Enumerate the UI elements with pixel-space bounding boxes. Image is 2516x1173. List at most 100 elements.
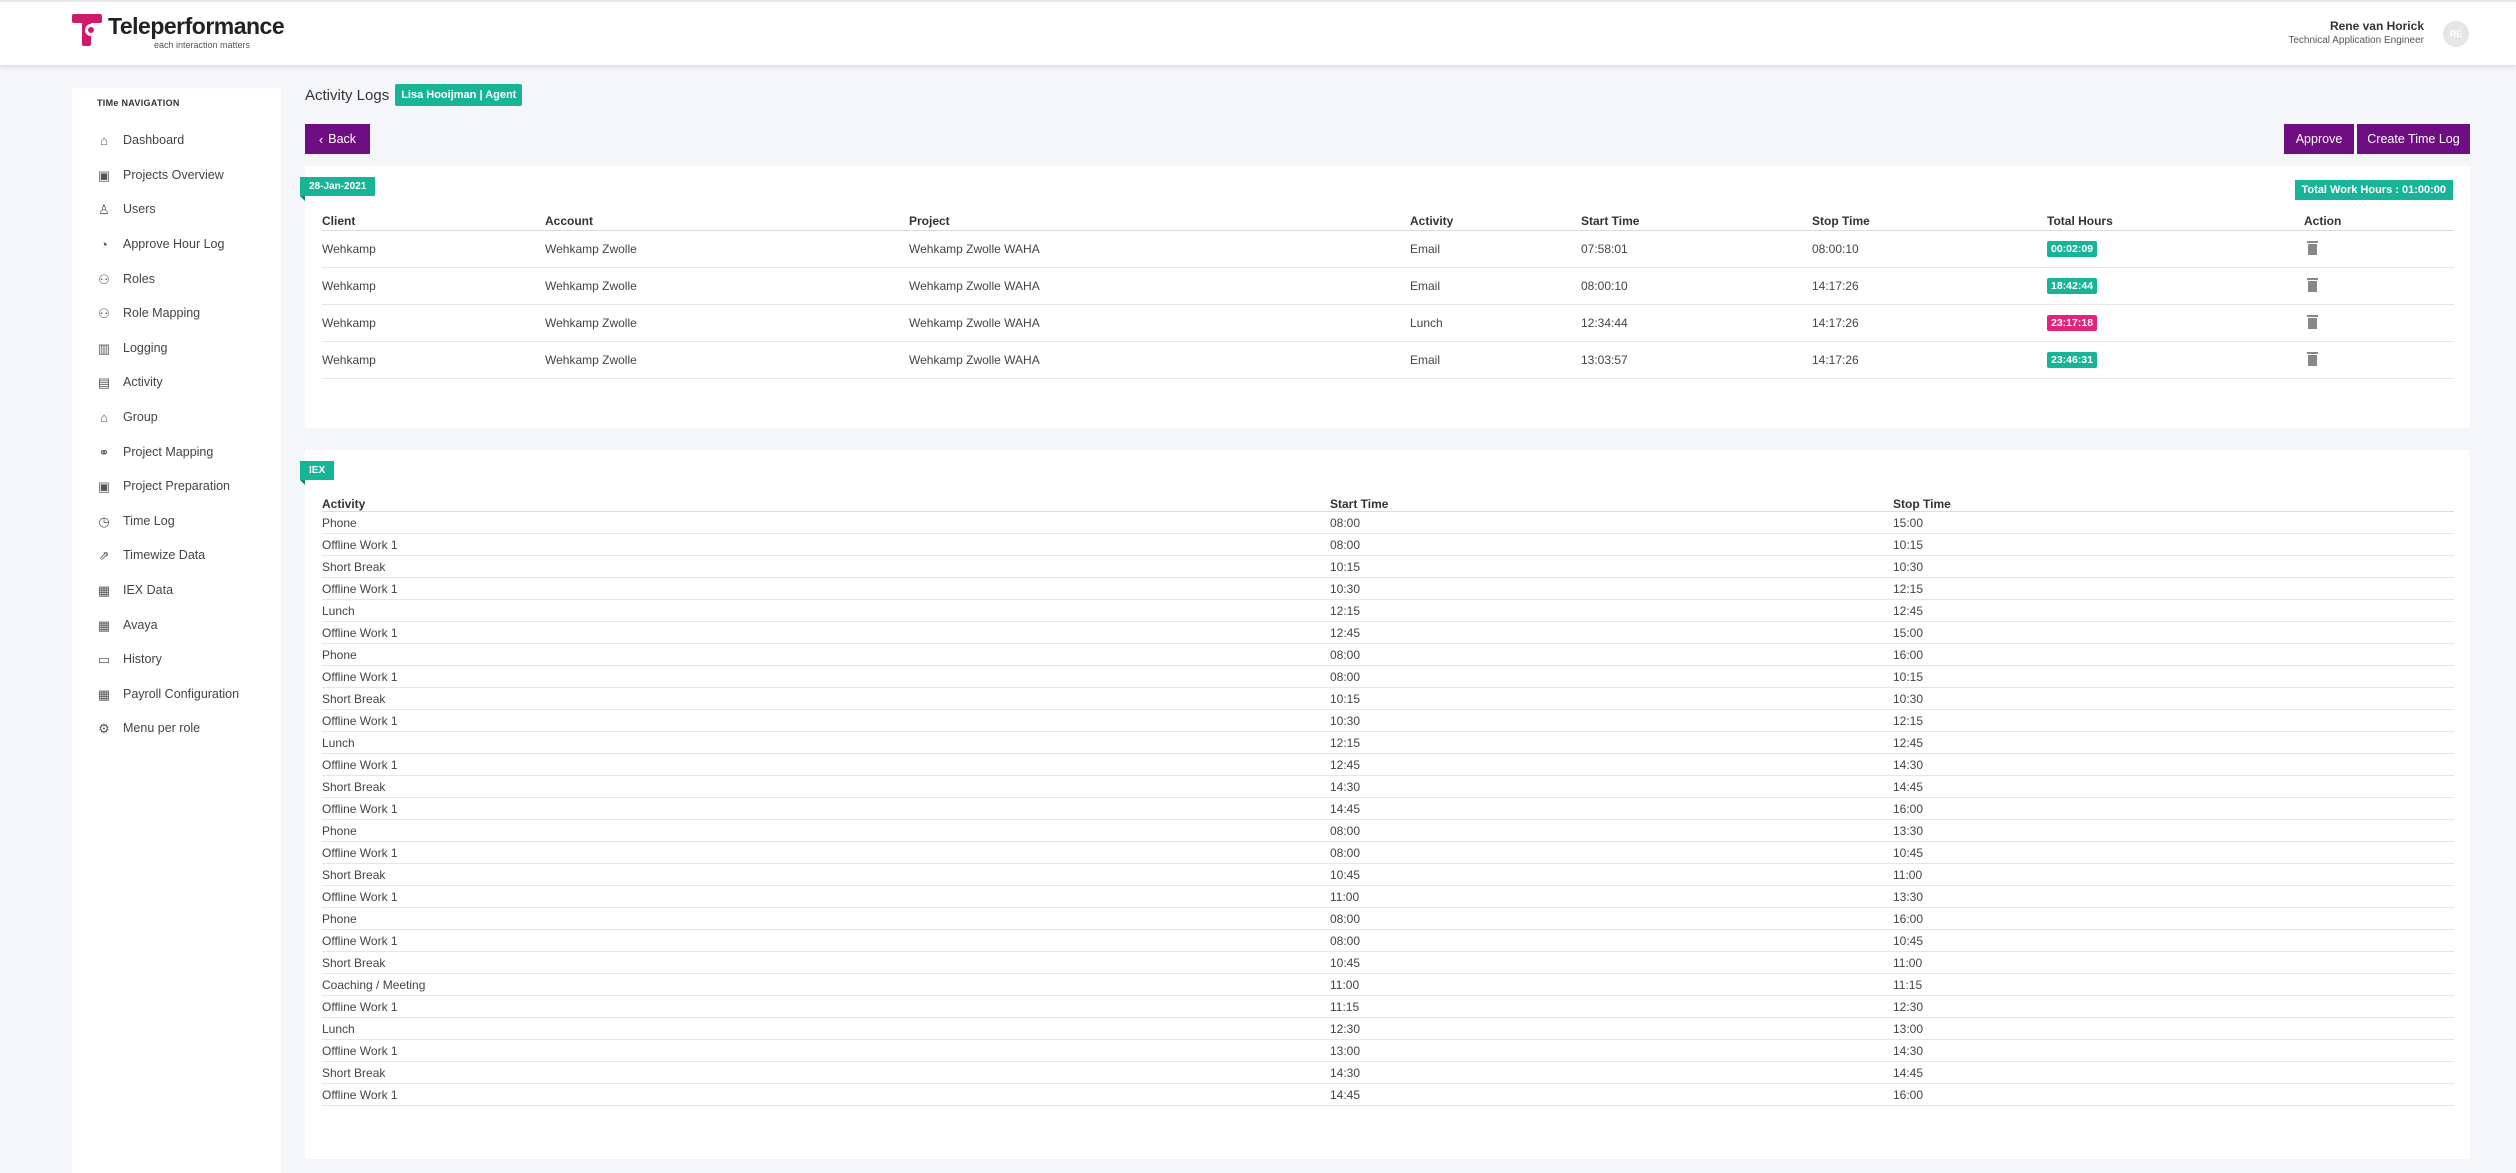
sidebar-item-iex-data[interactable]: ▦ IEX Data — [96, 579, 173, 601]
sidebar-item-label: Approve Hour Log — [123, 237, 225, 251]
column-header[interactable]: Activity — [322, 496, 365, 511]
cell-stop-time: 10:30 — [1893, 559, 1924, 574]
trash-icon[interactable] — [2307, 314, 2318, 329]
cell-activity: Offline Work 1 — [322, 801, 398, 816]
column-header[interactable]: Stop Time — [1812, 211, 1870, 230]
trash-icon[interactable] — [2307, 240, 2318, 255]
back-button[interactable]: ‹ Back — [305, 124, 370, 154]
table-row: Short Break 14:30 14:45 — [322, 776, 2454, 798]
sidebar-item-payroll-configuration[interactable]: ▦ Payroll Configuration — [96, 683, 239, 705]
cell-activity: Offline Work 1 — [322, 713, 398, 728]
sidebar-item-dashboard[interactable]: ⌂ Dashboard — [96, 129, 184, 151]
sidebar-item-activity[interactable]: ▤ Activity — [96, 371, 163, 393]
gear-icon: ⚙ — [98, 720, 110, 736]
table-row: Lunch 12:15 12:45 — [322, 600, 2454, 622]
approve-button[interactable]: Approve — [2284, 124, 2354, 154]
column-header[interactable]: Start Time — [1581, 211, 1639, 230]
sidebar-item-users[interactable]: ♙ Users — [96, 198, 155, 220]
sidebar-item-project-preparation[interactable]: ▣ Project Preparation — [96, 475, 230, 497]
sidebar-item-projects-overview[interactable]: ▣ Projects Overview — [96, 164, 224, 186]
sidebar-item-roles[interactable]: ⚇ Roles — [96, 268, 155, 290]
column-header[interactable]: Account — [545, 211, 593, 230]
column-header[interactable]: Project — [909, 211, 950, 230]
cell-start-time: 08:00 — [1330, 911, 1361, 926]
table-row: Phone 08:00 13:30 — [322, 820, 2454, 842]
trash-icon[interactable] — [2307, 351, 2318, 366]
iex-table: Activity Start Time Stop Time Phone 08:00 15:… — [322, 496, 2454, 1106]
agent-badge: Lisa Hooijman | Agent — [395, 84, 523, 106]
archive-icon: ▦ — [97, 686, 111, 702]
cell-start-time: 11:00 — [1330, 977, 1360, 992]
cell-stop-time: 14:30 — [1893, 757, 1924, 772]
sidebar-item-label: Projects Overview — [123, 168, 224, 182]
column-header[interactable]: Action — [2304, 211, 2341, 230]
cell-activity: Short Break — [322, 955, 386, 970]
sidebar-item-project-mapping[interactable]: ⚭ Project Mapping — [96, 441, 214, 463]
cell-activity: Offline Work 1 — [322, 845, 398, 860]
table-row: Offline Work 1 13:00 14:30 — [322, 1040, 2454, 1062]
column-header[interactable]: Stop Time — [1893, 496, 1951, 511]
sidebar-item-history[interactable]: ▭ History — [96, 648, 162, 670]
activity-log-card: 28-Jan-2021 Total Work Hours : 01:00:00 … — [300, 166, 2470, 428]
sidebar-item-logging[interactable]: ▥ Logging — [96, 337, 168, 359]
users-icon: ⚇ — [98, 271, 110, 287]
iex-header-row: Activity Start Time Stop Time — [322, 496, 2454, 512]
iex-card: IEX Activity Start Time Stop Time Phone 08:0… — [300, 450, 2470, 1159]
cell-start-time: 10:45 — [1330, 867, 1361, 882]
teleperformance-logo[interactable]: Teleperformance each interaction matters — [70, 12, 285, 56]
sidebar-item-time-log[interactable]: ◷ Time Log — [96, 510, 174, 532]
trash-icon[interactable] — [2307, 277, 2318, 292]
sidebar-item-approve-hour-log[interactable]: ◔ Approve Hour Log — [96, 233, 224, 255]
cell-start-time: 08:00 — [1330, 515, 1361, 530]
table-row: Wehkamp Wehkamp Zwolle Wehkamp Zwolle WAHA… — [322, 268, 2454, 305]
cell-stop-time: 10:15 — [1893, 669, 1924, 684]
sidebar-item-label: Timewize Data — [123, 548, 206, 562]
cell-activity: Lunch — [322, 735, 355, 750]
sidebar-item-timewize-data[interactable]: ⇗ Timewize Data — [96, 544, 206, 566]
sidebar-item-avaya[interactable]: ▦ Avaya — [96, 614, 158, 636]
sidebar-item-label: Menu per role — [123, 721, 201, 735]
cell-stop: 08:00:10 — [1812, 242, 1859, 256]
sidebar-item-label: Payroll Configuration — [123, 687, 240, 701]
sidebar-item-label: IEX Data — [123, 583, 174, 597]
top-bar: Teleperformance each interaction matters… — [0, 0, 2516, 65]
table-row: Lunch 12:15 12:45 — [322, 732, 2454, 754]
column-header[interactable]: Start Time — [1330, 496, 1388, 511]
sidebar-item-group[interactable]: ⌂ Group — [96, 406, 158, 428]
cell-start-time: 12:45 — [1330, 757, 1361, 772]
table-row: Offline Work 1 11:00 13:30 — [322, 886, 2454, 908]
cell-project: Wehkamp Zwolle WAHA — [909, 353, 1040, 367]
cell-client: Wehkamp — [322, 242, 376, 256]
cell-start-time: 12:15 — [1330, 735, 1361, 750]
archive-icon: ▦ — [97, 617, 111, 633]
sidebar-item-label: Roles — [123, 272, 155, 286]
sidebar-item-role-mapping[interactable]: ⚇ Role Mapping — [96, 302, 200, 324]
cell-activity: Offline Work 1 — [322, 537, 398, 552]
cell-start-time: 14:30 — [1330, 1065, 1361, 1080]
iex-tag: IEX — [300, 461, 335, 485]
table-row: Offline Work 1 12:45 14:30 — [322, 754, 2454, 776]
cell-start: 07:58:01 — [1581, 242, 1628, 256]
column-header[interactable]: Total Hours — [2047, 211, 2113, 230]
table-row: Short Break 14:30 14:45 — [322, 1062, 2454, 1084]
cell-start-time: 12:30 — [1330, 1021, 1361, 1036]
user-info: Rene van Horick Technical Application En… — [2288, 19, 2424, 47]
avatar[interactable]: RE — [2443, 21, 2469, 47]
total-hours-badge: 00:02:09 — [2047, 241, 2098, 257]
user-icon: ♙ — [98, 201, 110, 217]
column-header[interactable]: Client — [322, 211, 355, 230]
sidebar-item-label: Logging — [123, 341, 168, 355]
cell-stop-time: 15:00 — [1893, 515, 1924, 530]
cell-activity: Email — [1410, 353, 1441, 367]
table-row: Offline Work 1 10:30 12:15 — [322, 578, 2454, 600]
cell-activity: Phone — [322, 911, 357, 926]
sidebar-item-menu-per-role[interactable]: ⚙ Menu per role — [96, 717, 200, 739]
column-header[interactable]: Activity — [1410, 211, 1453, 230]
create-time-log-button[interactable]: Create Time Log — [2357, 124, 2470, 154]
cell-start-time: 13:00 — [1330, 1043, 1361, 1058]
table-row: Offline Work 1 08:00 10:45 — [322, 842, 2454, 864]
table-row: Coaching / Meeting 11:00 11:15 — [322, 974, 2454, 996]
cell-stop-time: 13:30 — [1893, 823, 1924, 838]
clock-icon: ◔ — [100, 236, 108, 252]
home-icon: ⌂ — [100, 132, 108, 148]
